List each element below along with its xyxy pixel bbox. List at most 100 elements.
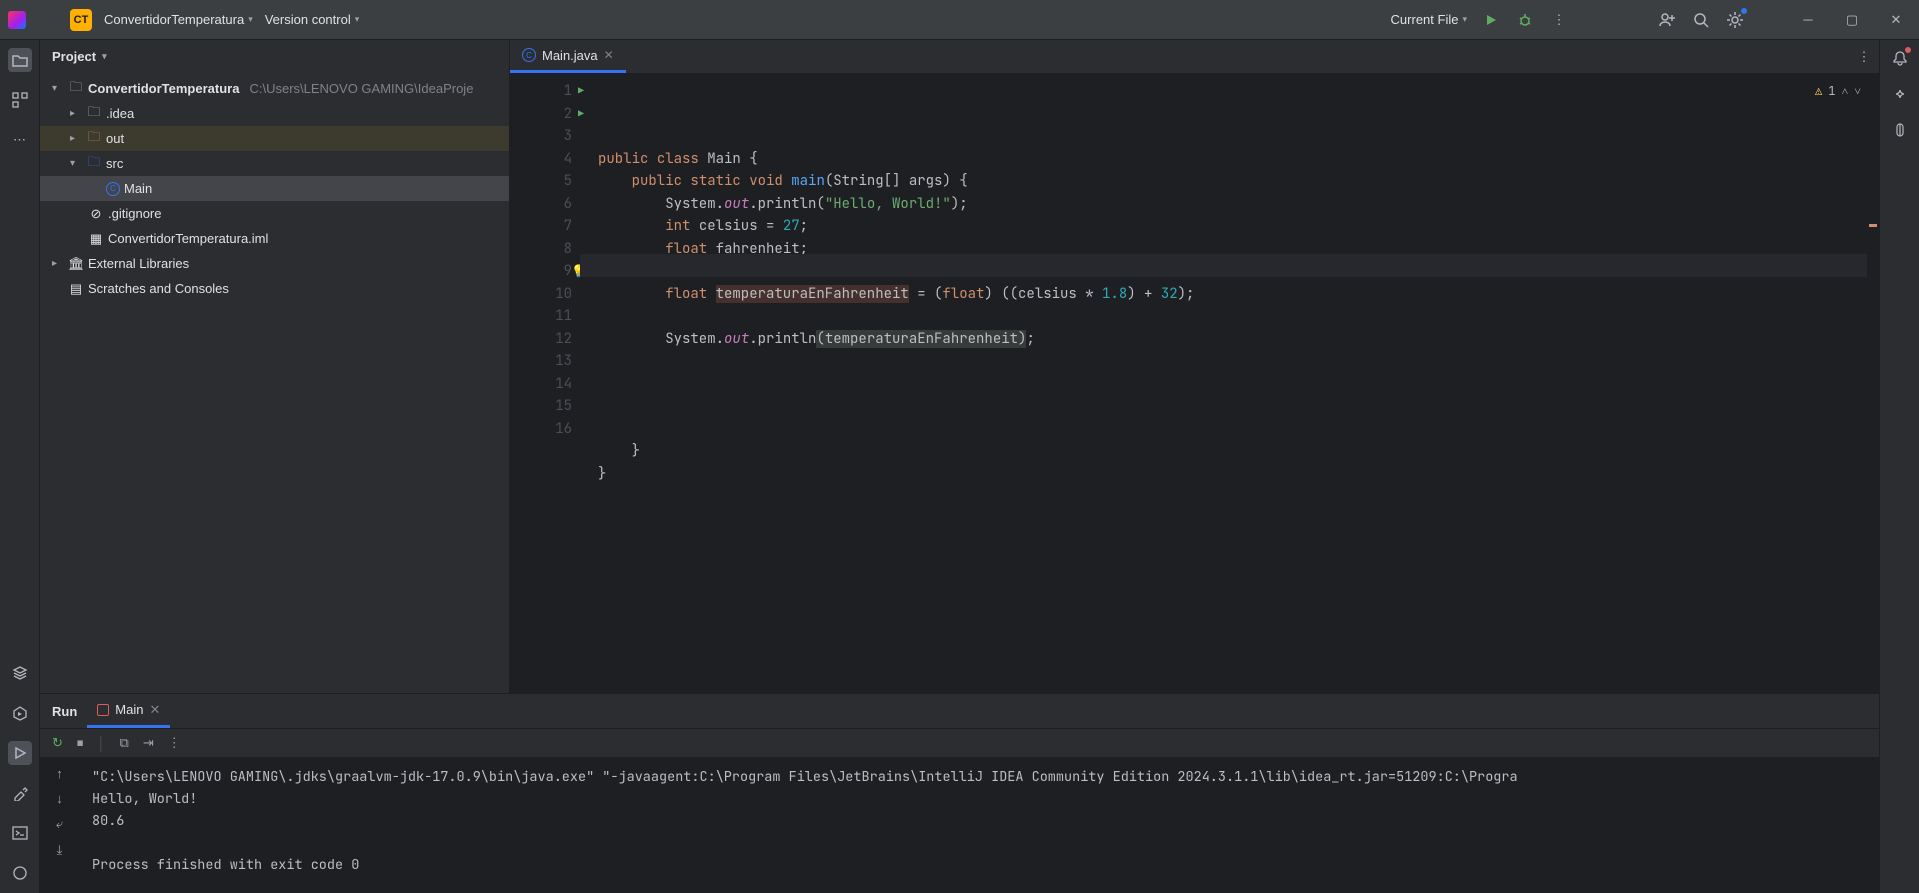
terminal-tool-button[interactable] (8, 821, 32, 845)
editor-area: C Main.java ✕ ⋮ 1▶ 2▶ 345 678 9💡 101112 (510, 40, 1879, 693)
tree-root[interactable]: ▾ 🗀 ConvertidorTemperatura C:\Users\LENO… (40, 76, 509, 101)
scroll-end-button[interactable]: ⤓ (57, 842, 63, 858)
run-tool-button[interactable] (8, 741, 32, 765)
run-config-icon (97, 704, 109, 716)
scratches-icon: ▤ (68, 281, 84, 297)
tree-label: out (106, 131, 124, 146)
run-config-label: Main (115, 702, 143, 717)
tree-item-external-libs[interactable]: ▸ 🏛 External Libraries (40, 251, 509, 276)
build-tool-button[interactable] (8, 781, 32, 805)
code-with-me-button[interactable] (1657, 10, 1677, 30)
code-editor[interactable]: 1▶ 2▶ 345 678 9💡 101112 13141516 ⚠ 1 (510, 74, 1879, 693)
rerun-button[interactable]: ↻ (52, 735, 63, 751)
tree-label: .idea (106, 106, 134, 121)
notifications-button[interactable] (1890, 48, 1910, 68)
down-stack-button[interactable]: ↓ (56, 791, 63, 806)
project-badge: CT (70, 9, 92, 31)
run-button[interactable] (1481, 10, 1501, 30)
tree-item-idea[interactable]: ▸ 🗀 .idea (40, 101, 509, 126)
run-more-button[interactable]: ⋮ (168, 735, 181, 751)
tab-label: Main.java (542, 48, 598, 63)
problems-tool-button[interactable] (8, 861, 32, 885)
run-panel-title: Run (52, 704, 77, 719)
tree-item-iml[interactable]: ▦ ConvertidorTemperatura.iml (40, 226, 509, 251)
run-config-selector[interactable]: Current File ▾ (1391, 12, 1467, 27)
services-tool-button[interactable] (8, 701, 32, 725)
project-selector[interactable]: ConvertidorTemperatura ▾ (104, 12, 253, 27)
tree-item-main-class[interactable]: C Main (40, 176, 509, 201)
tree-root-path: C:\Users\LENOVO GAMING\IdeaProje (249, 81, 473, 96)
tree-root-label: ConvertidorTemperatura (88, 81, 239, 96)
main-menu-button[interactable] (38, 10, 58, 30)
warning-count: 1 (1828, 80, 1835, 103)
folder-icon: 🗀 (86, 103, 102, 125)
chevron-down-icon: ▾ (248, 14, 253, 25)
close-run-tab-button[interactable]: ✕ (149, 702, 160, 718)
file-icon: ⊘ (88, 206, 104, 222)
tab-more-button[interactable]: ⋮ (1849, 40, 1879, 73)
exit-button[interactable]: ⇥ (143, 735, 154, 751)
editor-tabbar: C Main.java ✕ ⋮ (510, 40, 1879, 74)
project-tool-button[interactable] (8, 48, 32, 72)
ai-assistant-button[interactable] (1890, 84, 1910, 104)
tree-item-scratches[interactable]: ▤ Scratches and Consoles (40, 276, 509, 301)
vcs-label: Version control (265, 12, 351, 27)
project-panel-header[interactable]: Project ▾ (40, 40, 509, 72)
screenshot-button[interactable]: ⧉ (120, 735, 129, 751)
database-button[interactable] (1890, 120, 1910, 140)
library-icon: 🏛 (68, 256, 84, 272)
project-name-label: ConvertidorTemperatura (104, 12, 244, 27)
left-tool-strip: ⋯ (0, 40, 40, 893)
vcs-widget[interactable]: Version control ▾ (265, 12, 360, 27)
tree-label: External Libraries (88, 256, 189, 271)
tree-label: Main (124, 181, 152, 196)
tree-label: ConvertidorTemperatura.iml (108, 231, 268, 246)
class-icon: C (522, 48, 536, 62)
soft-wrap-button[interactable]: ⤶ (56, 816, 63, 832)
tree-label: .gitignore (108, 206, 161, 221)
inspections-widget[interactable]: ⚠ 1 ˄ ˅ (1815, 80, 1861, 103)
project-panel-title: Project (52, 49, 96, 64)
ide-logo-icon (8, 11, 26, 29)
tree-label: Scratches and Consoles (88, 281, 229, 296)
project-tree: ▾ 🗀 ConvertidorTemperatura C:\Users\LENO… (40, 72, 509, 305)
more-tool-button[interactable]: ⋯ (8, 128, 32, 152)
chevron-down-icon: ▾ (52, 83, 64, 94)
debug-button[interactable] (1515, 10, 1535, 30)
editor-tab-main[interactable]: C Main.java ✕ (510, 40, 626, 73)
settings-button[interactable] (1725, 10, 1745, 30)
minimize-button[interactable]: ─ (1793, 12, 1823, 27)
run-config-label: Current File (1391, 12, 1459, 27)
chevron-down-icon: ▾ (1462, 14, 1467, 25)
maximize-button[interactable]: ▢ (1837, 12, 1867, 28)
layers-tool-button[interactable] (8, 661, 32, 685)
chevron-right-icon: ▸ (70, 133, 82, 144)
class-icon: C (106, 182, 120, 196)
folder-icon: 🗀 (68, 78, 84, 100)
prev-highlight-button[interactable]: ˄ (1841, 80, 1848, 103)
run-output[interactable]: "C:\Users\LENOVO GAMING\.jdks\graalvm-jd… (80, 758, 1879, 893)
run-toolbar: ↻ ⏹ │ ⧉ ⇥ ⋮ (40, 728, 1879, 758)
search-button[interactable] (1691, 10, 1711, 30)
folder-icon: 🗀 (86, 128, 102, 150)
structure-tool-button[interactable] (8, 88, 32, 112)
up-stack-button[interactable]: ↑ (56, 766, 63, 781)
more-actions-button[interactable]: ⋮ (1549, 10, 1569, 30)
folder-icon: 🗀 (86, 153, 102, 175)
error-stripe-mark[interactable] (1869, 224, 1877, 227)
stop-button[interactable]: ⏹ (77, 735, 84, 751)
next-highlight-button[interactable]: ˅ (1854, 80, 1861, 103)
run-config-tab[interactable]: Main ✕ (87, 694, 170, 728)
tree-item-src[interactable]: ▾ 🗀 src (40, 151, 509, 176)
titlebar: CT ConvertidorTemperatura ▾ Version cont… (0, 0, 1919, 40)
tree-item-out[interactable]: ▸ 🗀 out (40, 126, 509, 151)
chevron-down-icon: ▾ (355, 14, 360, 25)
chevron-right-icon: ▸ (52, 258, 64, 269)
code-content[interactable]: ⚠ 1 ˄ ˅ public class Main { public stati… (580, 74, 1879, 693)
project-panel: Project ▾ ▾ 🗀 ConvertidorTemperatura C:\… (40, 40, 510, 693)
run-side-toolbar: ↑ ↓ ⤶ ⤓ (40, 758, 80, 893)
warning-icon: ⚠ (1815, 80, 1822, 103)
close-button[interactable]: ✕ (1881, 12, 1911, 28)
tree-item-gitignore[interactable]: ⊘ .gitignore (40, 201, 509, 226)
close-tab-button[interactable]: ✕ (604, 48, 614, 62)
